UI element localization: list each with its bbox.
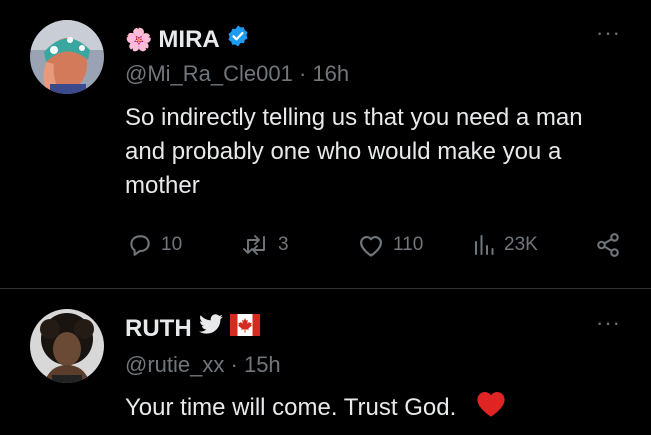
retweet-count: 3 [278,234,289,255]
action-bar: 10 3 110 23K [127,232,622,262]
tweet-text: Your time will come. Trust God. [125,394,457,421]
views-button[interactable]: 23K [472,232,538,258]
author-handle-line-ruth: @rutie_xx · 15h [125,352,281,378]
more-options-icon[interactable]: ··· [596,312,621,334]
heart-outline-icon [357,232,385,258]
retweet-icon [242,232,270,258]
more-options-icon[interactable]: ··· [596,22,621,44]
canada-flag-icon [229,314,260,343]
tweet-text-row: Your time will come. Trust God. [125,388,625,428]
tweet-text: So indirectly telling us that you need a… [125,104,583,199]
like-button[interactable]: 110 [357,232,423,258]
author-name-row[interactable]: 🌸 MIRA [125,24,250,55]
author-handle[interactable]: @rutie_xx [125,352,224,377]
avatar-ruth[interactable] [30,309,104,383]
author-name[interactable]: MIRA [158,26,219,54]
avatar-mira[interactable] [30,20,104,94]
author-name[interactable]: RUTH [125,315,192,343]
share-button[interactable] [595,232,621,258]
flower-emoji: 🌸 [125,26,153,52]
author-handle-line: @Mi_Ra_Cle001 · 16h [125,61,349,87]
timestamp[interactable]: 16h [312,61,349,86]
timestamp[interactable]: 15h [244,352,281,377]
tweet-divider [0,288,651,289]
reply-icon [127,232,153,258]
verified-badge-icon [226,24,250,55]
twitter-bird-icon [198,314,224,343]
views-chart-icon [472,232,496,258]
separator-dot: · [230,352,238,377]
like-count: 110 [393,234,424,255]
author-name-row-ruth[interactable]: RUTH [125,314,260,343]
reply-count: 10 [161,234,183,255]
share-icon [595,232,621,258]
reply-button[interactable]: 10 [127,232,182,258]
separator-dot: · [298,61,307,86]
red-heart-emoji-icon [474,388,508,428]
author-handle[interactable]: @Mi_Ra_Cle001 [125,61,293,86]
tweet-mira[interactable]: 🌸 MIRA @Mi_Ra_Cle001 · 16h ··· So indire… [0,0,651,288]
retweet-button[interactable]: 3 [242,232,289,258]
view-count: 23K [504,234,538,255]
